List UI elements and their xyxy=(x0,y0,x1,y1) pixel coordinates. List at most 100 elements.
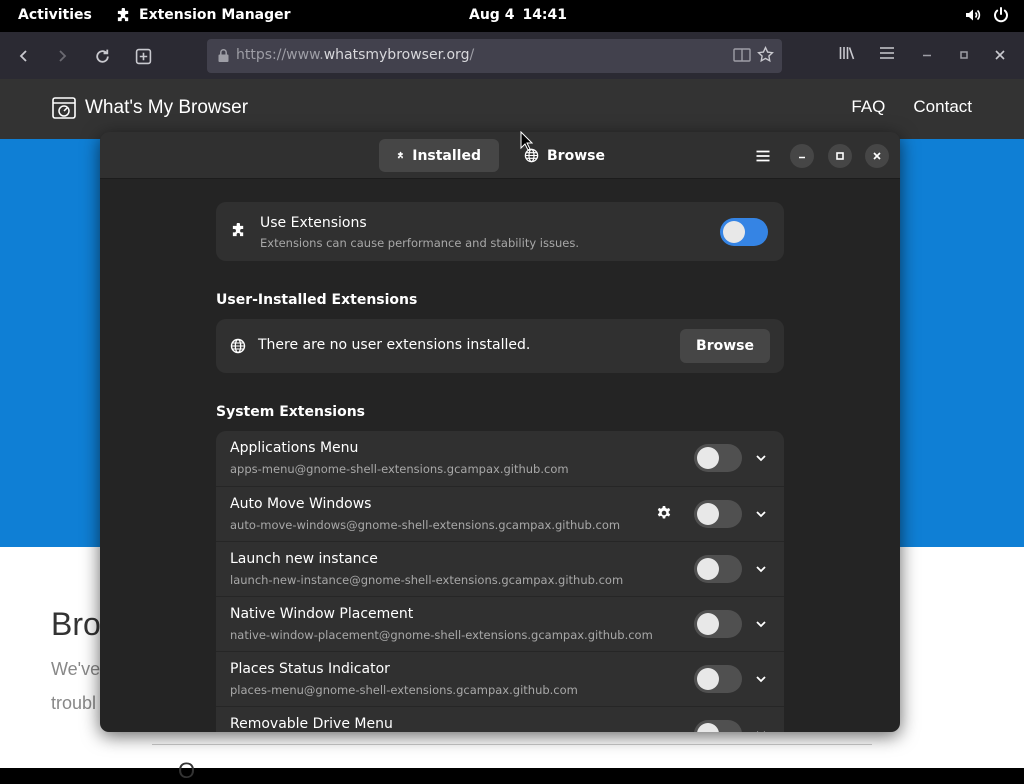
expand-button[interactable] xyxy=(754,561,768,580)
url-prefix: https://www. xyxy=(236,47,324,63)
extension-manager-window: Installed Browse Use Extensions Extensio… xyxy=(100,132,900,732)
extension-row[interactable]: Places Status Indicator places-menu@gnome… xyxy=(216,651,784,706)
extension-toggle[interactable] xyxy=(694,720,742,732)
toggle-knob xyxy=(697,447,719,469)
extension-toggle[interactable] xyxy=(694,500,742,528)
nav-faq-link[interactable]: FAQ xyxy=(851,97,885,117)
toggle-knob xyxy=(697,723,719,732)
extension-row[interactable]: Applications Menu apps-menu@gnome-shell-e… xyxy=(216,431,784,486)
use-extensions-subtitle: Extensions can cause performance and sta… xyxy=(260,236,579,250)
library-icon[interactable] xyxy=(838,44,856,62)
new-tab-icon xyxy=(135,48,151,64)
no-user-extensions-row: There are no user extensions installed. … xyxy=(216,319,784,373)
extension-row[interactable]: Removable Drive Menu xyxy=(216,706,784,732)
window-close-button[interactable] xyxy=(865,144,889,168)
hamburger-menu-icon[interactable] xyxy=(878,44,896,62)
main-menu-button[interactable] xyxy=(750,143,776,169)
browser-minimize-button[interactable] xyxy=(918,46,936,68)
url-bar[interactable]: https://www.whatsmybrowser.org/ xyxy=(207,39,782,73)
system-menu[interactable] xyxy=(964,6,1010,24)
extension-name: Removable Drive Menu xyxy=(230,716,393,732)
use-extensions-title: Use Extensions xyxy=(260,215,367,231)
system-extensions-heading: System Extensions xyxy=(216,404,365,420)
header-bar: Installed Browse xyxy=(100,132,900,179)
toggle-knob xyxy=(697,668,719,690)
extension-uuid: auto-move-windows@gnome-shell-extensions… xyxy=(230,518,621,532)
forward-arrow-icon xyxy=(59,50,67,62)
chevron-down-icon xyxy=(756,621,766,628)
tab-installed-label: Installed xyxy=(412,147,481,164)
tab-installed[interactable]: Installed xyxy=(379,139,499,172)
chevron-down-icon xyxy=(756,455,766,462)
site-brand[interactable]: What's My Browser xyxy=(52,97,248,119)
extension-toggle[interactable] xyxy=(694,610,742,638)
tab-browse-label: Browse xyxy=(547,147,605,164)
close-icon xyxy=(873,152,881,160)
app-menu-label: Extension Manager xyxy=(139,7,291,23)
minimize-icon xyxy=(799,156,805,159)
clock-date: Aug 4 xyxy=(469,7,515,23)
window-maximize-button[interactable] xyxy=(828,144,852,168)
system-extensions-list: Applications Menu apps-menu@gnome-shell-e… xyxy=(216,431,784,732)
extension-uuid: launch-new-instance@gnome-shell-extensio… xyxy=(230,573,624,587)
lock-icon xyxy=(218,49,229,62)
user-extensions-heading: User-Installed Extensions xyxy=(216,292,418,308)
expand-button[interactable] xyxy=(754,450,768,469)
expand-button[interactable] xyxy=(754,671,768,690)
mouse-cursor-icon xyxy=(520,131,533,151)
bookmark-star-icon[interactable] xyxy=(757,46,774,63)
window-minimize-button[interactable] xyxy=(790,144,814,168)
chevron-down-icon xyxy=(756,676,766,683)
url-domain: whatsmybrowser.org xyxy=(323,47,470,63)
toggle-knob xyxy=(697,613,719,635)
extension-uuid: places-menu@gnome-shell-extensions.gcamp… xyxy=(230,683,578,697)
toggle-knob xyxy=(723,221,745,243)
close-icon xyxy=(995,50,1005,60)
browser-close-button[interactable] xyxy=(991,46,1009,68)
page-paragraph-line: troubl xyxy=(51,693,97,713)
extension-row[interactable]: Auto Move Windows auto-move-windows@gnome… xyxy=(216,486,784,541)
chevron-down-icon xyxy=(756,511,766,518)
top-bar: Activities Extension Manager Aug 4 14:41 xyxy=(0,0,1024,32)
puzzle-icon xyxy=(232,223,244,237)
nav-contact-link[interactable]: Contact xyxy=(913,97,972,117)
use-extensions-row: Use Extensions Extensions can cause perf… xyxy=(216,202,784,261)
site-nav: FAQ Contact xyxy=(851,97,972,117)
browse-button[interactable]: Browse xyxy=(680,329,770,363)
extension-name: Places Status Indicator xyxy=(230,661,390,677)
reload-icon xyxy=(95,49,109,63)
activities-button[interactable]: Activities xyxy=(18,7,92,23)
extension-name: Auto Move Windows xyxy=(230,496,372,512)
extension-settings-button[interactable] xyxy=(656,505,672,525)
site-brand-label: What's My Browser xyxy=(85,97,249,118)
app-menu[interactable]: Extension Manager xyxy=(116,7,291,23)
reload-button[interactable] xyxy=(90,44,114,68)
power-icon xyxy=(994,7,1008,23)
gear-icon xyxy=(657,506,671,519)
extension-name: Native Window Placement xyxy=(230,606,414,622)
globe-icon xyxy=(230,338,246,354)
extension-row[interactable]: Launch new instance launch-new-instance@g… xyxy=(216,541,784,596)
extension-row[interactable]: Native Window Placement native-window-pla… xyxy=(216,596,784,651)
clock-time: 14:41 xyxy=(522,7,568,23)
clock[interactable]: Aug 4 14:41 xyxy=(469,7,575,23)
maximize-icon xyxy=(836,152,844,160)
expand-button[interactable] xyxy=(754,506,768,525)
extension-name: Applications Menu xyxy=(230,440,359,456)
extension-toggle[interactable] xyxy=(694,665,742,693)
use-extensions-toggle[interactable] xyxy=(720,218,768,246)
extension-name: Launch new instance xyxy=(230,551,378,567)
forward-button[interactable] xyxy=(50,44,74,68)
browser-maximize-button[interactable] xyxy=(955,46,973,68)
reader-view-icon[interactable] xyxy=(733,47,751,63)
no-user-extensions-text: There are no user extensions installed. xyxy=(258,337,531,353)
extension-uuid: native-window-placement@gnome-shell-exte… xyxy=(230,628,653,642)
toggle-knob xyxy=(697,558,719,580)
expand-button[interactable] xyxy=(754,726,768,732)
extension-toggle[interactable] xyxy=(694,555,742,583)
url-text: https://www.whatsmybrowser.org/ xyxy=(236,47,474,63)
new-tab-button[interactable] xyxy=(131,44,155,68)
extension-toggle[interactable] xyxy=(694,444,742,472)
expand-button[interactable] xyxy=(754,616,768,635)
back-button[interactable] xyxy=(12,44,36,68)
